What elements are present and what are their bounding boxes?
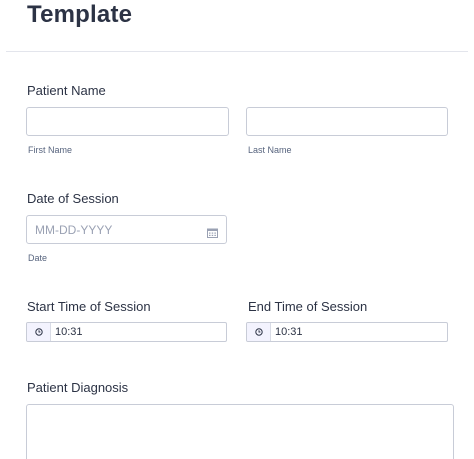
clock-icon [27, 323, 51, 341]
date-sublabel: Date [28, 253, 48, 263]
clock-icon [247, 323, 271, 341]
patient-diagnosis-textarea[interactable] [26, 404, 454, 459]
date-placeholder: MM-DD-YYYY [35, 222, 113, 237]
date-input[interactable]: MM-DD-YYYY [26, 215, 227, 244]
start-time-label: Start Time of Session [27, 299, 151, 314]
date-of-session-label: Date of Session [27, 191, 119, 206]
end-time-value: 10:31 [275, 326, 303, 338]
start-time-input[interactable]: 10:31 [26, 322, 227, 342]
last-name-sublabel: Last Name [248, 145, 292, 155]
last-name-input[interactable] [246, 107, 448, 136]
form-page: Template Patient Name First Name Last Na… [0, 0, 474, 459]
title-divider [6, 51, 468, 52]
end-time-label: End Time of Session [248, 299, 368, 314]
first-name-input[interactable] [26, 107, 229, 136]
form-title: Template [27, 1, 133, 28]
patient-name-label: Patient Name [27, 83, 106, 98]
patient-diagnosis-label: Patient Diagnosis [27, 380, 129, 395]
calendar-icon[interactable] [207, 225, 218, 238]
end-time-input[interactable]: 10:31 [246, 322, 448, 342]
first-name-sublabel: First Name [28, 145, 73, 155]
start-time-value: 10:31 [55, 326, 83, 338]
